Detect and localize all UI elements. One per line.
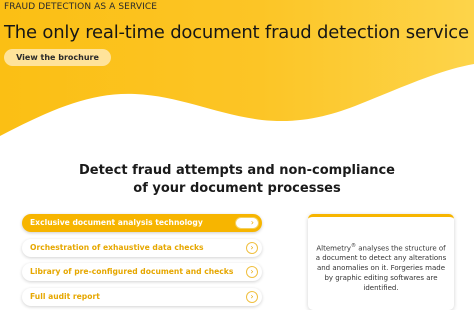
feature-item-library[interactable]: Library of pre-configured document and c…	[22, 263, 262, 282]
feature-item-label: Exclusive document analysis technology	[30, 218, 203, 227]
info-card-text: Altemetry® analyses the structure of a d…	[314, 241, 448, 293]
chevron-right-icon: ›	[246, 266, 258, 279]
feature-item-label: Orchestration of exhaustive data checks	[30, 242, 204, 252]
feature-item-label: Full audit report	[30, 291, 100, 301]
feature-item-label: Library of pre-configured document and c…	[30, 267, 234, 277]
section-headline-line1: Detect fraud attempts and non-compliance	[78, 163, 395, 178]
hero-wave-background	[0, 0, 474, 136]
chevron-right-icon: ›	[246, 241, 258, 254]
section-headline: Detect fraud attempts and non-compliance…	[0, 162, 474, 198]
hero-banner: FRAUD DETECTION AS A SERVICE The only re…	[0, 0, 474, 140]
feature-item-audit-report[interactable]: Full audit report ›	[22, 287, 262, 306]
section-headline-line2: of your document processes	[133, 181, 341, 196]
chevron-right-icon: ›	[246, 290, 258, 303]
hero-title: The only real-time document fraud detect…	[4, 22, 469, 43]
info-card: Altemetry® analyses the structure of a d…	[308, 214, 454, 310]
view-brochure-button[interactable]: View the brochure	[4, 49, 111, 66]
hero-eyebrow: FRAUD DETECTION AS A SERVICE	[4, 2, 158, 12]
chevron-right-icon: ›	[235, 217, 259, 229]
feature-accordion: Exclusive document analysis technology ›…	[22, 214, 262, 310]
feature-item-document-analysis[interactable]: Exclusive document analysis technology ›	[22, 214, 262, 232]
info-card-brand: Altemetry	[316, 244, 352, 253]
feature-item-data-checks[interactable]: Orchestration of exhaustive data checks …	[22, 238, 262, 257]
